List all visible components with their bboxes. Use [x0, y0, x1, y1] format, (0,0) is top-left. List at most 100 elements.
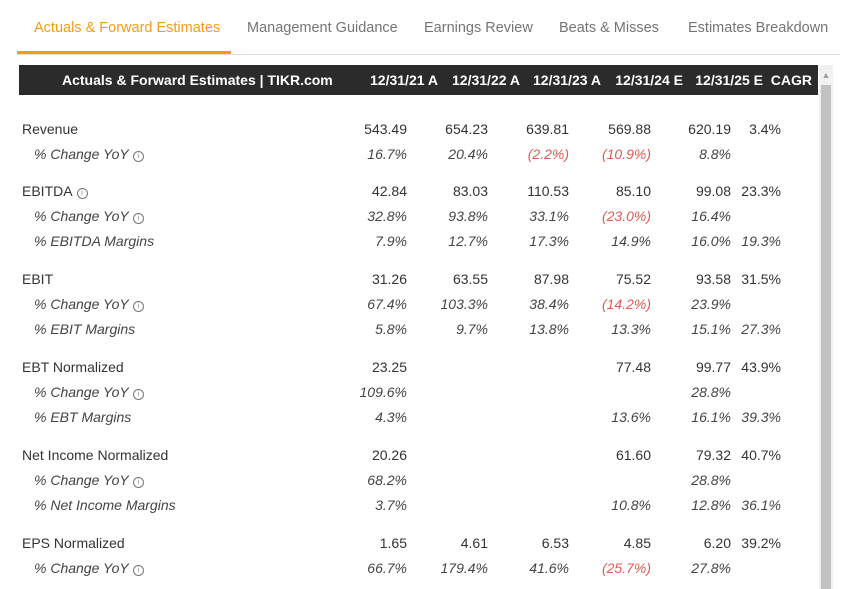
row-label-text: % Net Income Margins — [34, 497, 176, 513]
value-cell: 67.4% — [367, 296, 407, 312]
value-cell: 75.52 — [615, 271, 651, 287]
row-label: Revenue — [22, 121, 78, 137]
value-cell: 7.9% — [375, 233, 407, 249]
row-label: % Change YoY i — [34, 296, 144, 312]
value-cell: 3.7% — [375, 497, 407, 513]
value-cell: 103.3% — [440, 296, 488, 312]
row-label: % EBIT Margins — [34, 321, 135, 337]
column-header-2024[interactable]: 12/31/24 E — [615, 72, 683, 88]
table-title: Actuals & Forward Estimates | TIKR.com — [62, 72, 333, 88]
value-cell: 38.4% — [529, 296, 569, 312]
row-label: % Change YoY i — [34, 560, 144, 576]
column-header-2025[interactable]: 12/31/25 E — [695, 72, 763, 88]
value-cell: 99.08 — [695, 183, 731, 199]
value-cell: (25.7%) — [601, 560, 651, 576]
value-cell: 41.6% — [529, 560, 569, 576]
value-cell: 13.3% — [611, 321, 651, 337]
info-icon[interactable]: i — [132, 477, 144, 488]
cagr-cell: 31.5% — [741, 271, 781, 287]
row-label-text: Revenue — [22, 121, 79, 137]
row-label: EBITDA i — [22, 183, 88, 199]
value-cell: 79.32 — [695, 447, 731, 463]
column-header-cagr[interactable]: CAGR — [771, 72, 812, 88]
scroll-thumb[interactable] — [821, 85, 831, 589]
table-row: % Change YoY i 109.6% 28.8% — [0, 382, 819, 404]
row-label: % Change YoY i — [34, 384, 144, 400]
info-icon[interactable]: i — [76, 188, 88, 199]
value-cell: 23.25 — [371, 359, 407, 375]
tab-estimates-breakdown[interactable]: Estimates Breakdown — [688, 20, 828, 36]
cagr-cell: 27.3% — [741, 321, 781, 337]
value-cell: 16.7% — [367, 146, 407, 162]
cagr-cell: 40.7% — [741, 447, 781, 463]
table-row: EBIT 31.26 63.55 87.98 75.52 93.58 31.5% — [0, 269, 819, 291]
tab-earnings-review[interactable]: Earnings Review — [424, 20, 533, 36]
value-cell: 543.49 — [364, 121, 407, 137]
value-cell: 16.1% — [691, 409, 731, 425]
info-icon[interactable]: i — [132, 301, 144, 312]
column-header-2021[interactable]: 12/31/21 A — [370, 72, 438, 88]
tab-bar: Actuals & Forward Estimates Management G… — [17, 0, 840, 55]
value-cell: 6.20 — [703, 535, 731, 551]
value-cell: 77.48 — [615, 359, 651, 375]
column-header-2023[interactable]: 12/31/23 A — [533, 72, 601, 88]
tab-management-guidance[interactable]: Management Guidance — [247, 20, 398, 36]
value-cell: 20.4% — [448, 146, 488, 162]
row-label: % EBITDA Margins — [34, 233, 154, 249]
cagr-cell: 3.4% — [749, 121, 781, 137]
row-label-text: EBT Normalized — [22, 359, 124, 375]
info-icon[interactable]: i — [132, 151, 144, 162]
table-header: Actuals & Forward Estimates | TIKR.com 1… — [19, 65, 818, 95]
row-label: Net Income Normalized — [22, 447, 168, 463]
column-header-2022[interactable]: 12/31/22 A — [452, 72, 520, 88]
value-cell: 4.3% — [375, 409, 407, 425]
tab-beats-misses[interactable]: Beats & Misses — [559, 20, 659, 36]
table-row: EBITDA i 42.84 83.03 110.53 85.10 99.08 23.3% — [0, 181, 819, 203]
value-cell: 654.23 — [445, 121, 488, 137]
value-cell: 66.7% — [367, 560, 407, 576]
info-icon[interactable]: i — [132, 565, 144, 576]
row-label-text: % EBT Margins — [34, 409, 132, 425]
row-label: EBIT — [22, 271, 53, 287]
value-cell: 16.0% — [691, 233, 731, 249]
cagr-cell: 39.3% — [741, 409, 781, 425]
value-cell: 9.7% — [456, 321, 488, 337]
row-label-text: % Change YoY — [34, 146, 129, 162]
tab-actuals-forward-estimates[interactable]: Actuals & Forward Estimates — [34, 20, 220, 36]
value-cell: 28.8% — [691, 472, 731, 488]
cagr-cell: 43.9% — [741, 359, 781, 375]
row-label-text: % Change YoY — [34, 208, 129, 224]
value-cell: 10.8% — [611, 497, 651, 513]
row-label: % EBT Margins — [34, 409, 131, 425]
value-cell: 109.6% — [359, 384, 407, 400]
info-icon[interactable]: i — [132, 389, 144, 400]
value-cell: 179.4% — [440, 560, 488, 576]
row-label: EPS Normalized — [22, 535, 125, 551]
value-cell: 99.77 — [695, 359, 731, 375]
table-row: % EBT Margins 4.3% 13.6% 16.1% 39.3% — [0, 407, 819, 429]
value-cell: 14.9% — [611, 233, 651, 249]
cagr-cell: 36.1% — [741, 497, 781, 513]
row-label: % Change YoY i — [34, 208, 144, 224]
row-label-text: % Change YoY — [34, 472, 129, 488]
cagr-cell: 39.2% — [741, 535, 781, 551]
value-cell: 61.60 — [615, 447, 651, 463]
value-cell: 83.03 — [452, 183, 488, 199]
table-row: EPS Normalized 1.65 4.61 6.53 4.85 6.20 39.2% — [0, 533, 819, 555]
value-cell: 6.53 — [541, 535, 569, 551]
value-cell: 68.2% — [367, 472, 407, 488]
value-cell: 33.1% — [529, 208, 569, 224]
scrollbar[interactable]: ▲ — [819, 65, 833, 589]
value-cell: 16.4% — [691, 208, 731, 224]
value-cell: 31.26 — [371, 271, 407, 287]
table-row: % Change YoY i 67.4% 103.3% 38.4% (14.2%) 23.9… — [0, 294, 819, 316]
info-icon[interactable]: i — [132, 213, 144, 224]
value-cell: 93.58 — [695, 271, 731, 287]
value-cell: 93.8% — [448, 208, 488, 224]
value-cell: (14.2%) — [601, 296, 651, 312]
scroll-up-icon[interactable]: ▲ — [819, 69, 833, 81]
value-cell: 63.55 — [452, 271, 488, 287]
row-label-text: EBITDA — [22, 183, 73, 199]
value-cell: 12.8% — [691, 497, 731, 513]
row-label: % Change YoY i — [34, 146, 144, 162]
